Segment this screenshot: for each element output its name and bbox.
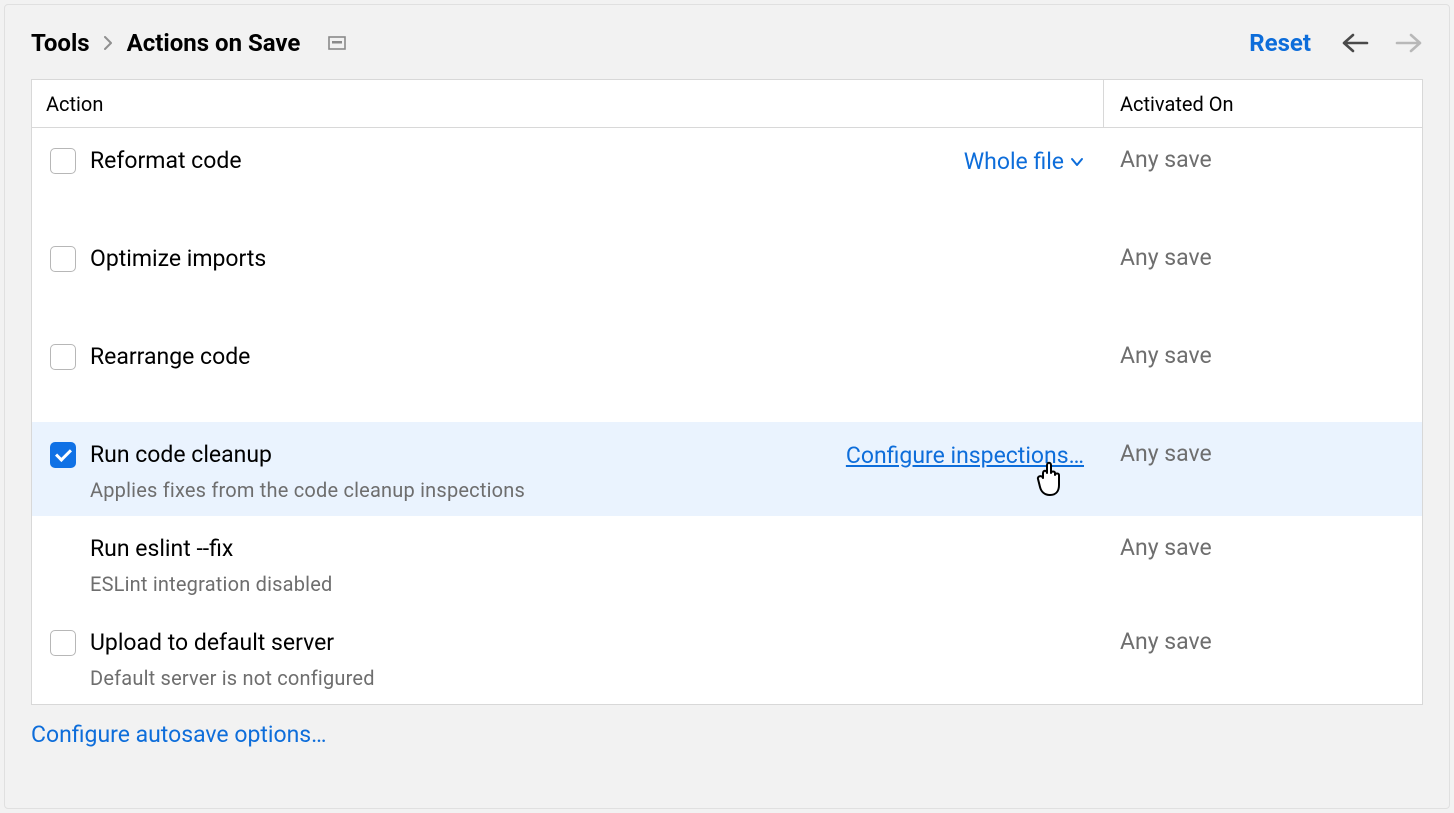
expand-window-icon[interactable]	[328, 36, 346, 50]
row-checkbox[interactable]	[50, 246, 76, 272]
row-activated-label: Any save	[1104, 146, 1422, 173]
row-action-description: ESLint integration disabled	[90, 572, 1084, 596]
table-row[interactable]: Upload to default server Default server i…	[32, 610, 1422, 704]
row-checkbox[interactable]	[50, 344, 76, 370]
row-checkbox[interactable]	[50, 442, 76, 468]
row-activated-label: Any save	[1104, 342, 1422, 369]
column-header-activated[interactable]: Activated On	[1104, 80, 1422, 127]
row-activated-label: Any save	[1104, 628, 1422, 655]
row-action-label: Reformat code	[90, 146, 964, 176]
row-action-label: Optimize imports	[90, 244, 1084, 274]
row-action-label: Upload to default server	[90, 628, 1084, 658]
row-action-description: Default server is not configured	[90, 666, 1084, 690]
forward-arrow-icon	[1395, 33, 1423, 53]
back-arrow-icon[interactable]	[1341, 33, 1369, 53]
row-activated-label: Any save	[1104, 244, 1422, 271]
row-action-label: Rearrange code	[90, 342, 1084, 372]
panel-header: Tools Actions on Save Reset	[5, 29, 1449, 79]
row-action-description: Applies fixes from the code cleanup insp…	[90, 478, 846, 502]
configure-autosave-link[interactable]: Configure autosave options…	[31, 721, 1449, 748]
table-header: Action Activated On	[32, 80, 1422, 128]
row-activated-label: Any save	[1104, 440, 1422, 467]
configure-inspections-link[interactable]: Configure inspections…	[846, 442, 1084, 469]
row-activated-label: Any save	[1104, 534, 1422, 561]
table-row[interactable]: Optimize imports Any save	[32, 226, 1422, 324]
table-row[interactable]: Rearrange code Any save	[32, 324, 1422, 422]
actions-table: Action Activated On Reformat codeWhole f…	[31, 79, 1423, 705]
nav-arrows	[1341, 33, 1423, 53]
row-checkbox[interactable]	[50, 630, 76, 656]
table-row[interactable]: Run eslint --fix ESLint integration disab…	[32, 516, 1422, 610]
column-header-action[interactable]: Action	[32, 80, 1104, 127]
settings-panel: Tools Actions on Save Reset Action Activ…	[4, 4, 1450, 809]
breadcrumb-root[interactable]: Tools	[31, 29, 90, 57]
row-checkbox[interactable]	[50, 148, 76, 174]
row-action-label: Run eslint --fix	[90, 534, 1084, 564]
cursor-pointer-icon	[1032, 459, 1068, 505]
chevron-right-icon	[104, 32, 113, 55]
reset-button[interactable]: Reset	[1249, 29, 1311, 57]
breadcrumb-current: Actions on Save	[127, 29, 301, 57]
table-row[interactable]: Reformat codeWhole file Any save	[32, 128, 1422, 226]
breadcrumb: Tools Actions on Save	[31, 29, 346, 57]
row-action-label: Run code cleanup	[90, 440, 846, 470]
chevron-down-icon	[1070, 157, 1084, 167]
table-row[interactable]: Run code cleanup Applies fixes from the c…	[32, 422, 1422, 516]
scope-dropdown[interactable]: Whole file	[964, 148, 1084, 175]
